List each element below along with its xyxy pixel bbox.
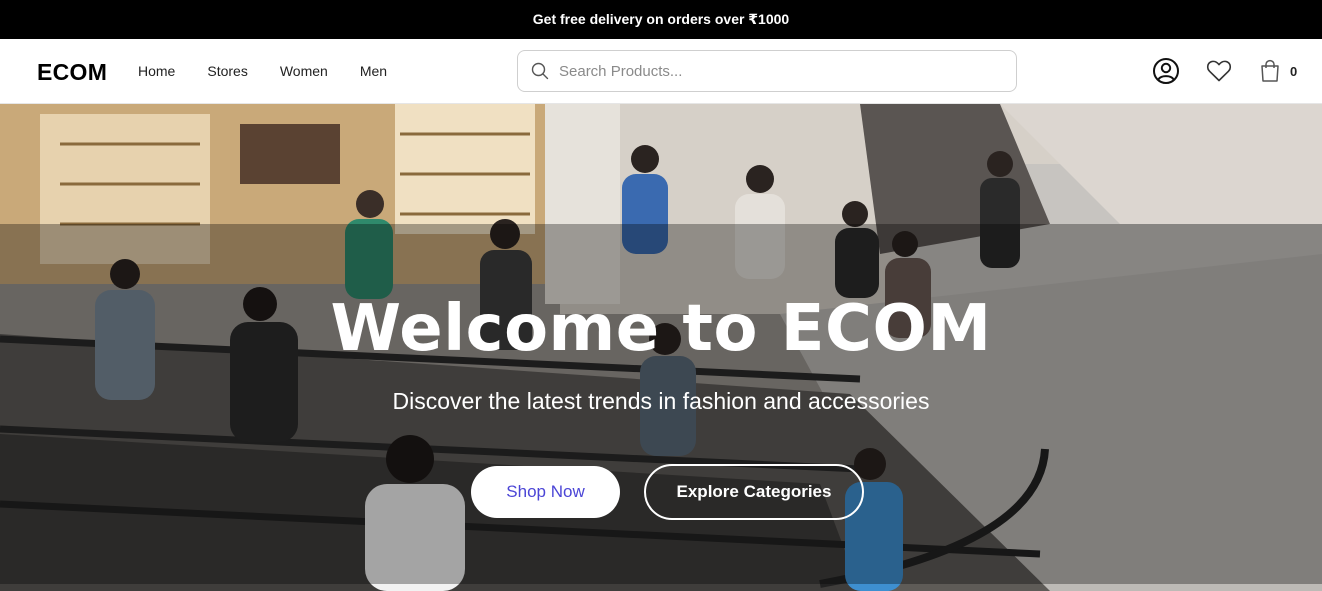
- main-nav: Home Stores Women Men: [138, 63, 419, 79]
- hero-subtitle: Discover the latest trends in fashion an…: [392, 388, 930, 414]
- search-icon: [531, 62, 549, 80]
- nav-link-stores[interactable]: Stores: [207, 63, 247, 79]
- nav-link-men[interactable]: Men: [360, 63, 387, 79]
- hero-banner: Welcome to ECOM Discover the latest tren…: [0, 104, 1322, 591]
- shopping-bag-icon[interactable]: [1258, 58, 1282, 84]
- site-logo[interactable]: ECOM: [37, 59, 107, 86]
- shop-now-button[interactable]: Shop Now: [471, 466, 620, 518]
- nav-link-women[interactable]: Women: [280, 63, 328, 79]
- search-bar: [517, 50, 1017, 92]
- promo-text: Get free delivery on orders over ₹1000: [532, 11, 790, 27]
- promo-banner: Get free delivery on orders over ₹1000: [0, 0, 1322, 39]
- hero-title: Welcome to ECOM: [330, 292, 992, 366]
- cart-count-badge: 0: [1290, 64, 1298, 79]
- nav-link-home[interactable]: Home: [138, 63, 175, 79]
- user-icon[interactable]: [1152, 57, 1180, 85]
- search-input[interactable]: [559, 62, 999, 80]
- heart-icon[interactable]: [1205, 58, 1233, 84]
- header-navbar: ECOM Home Stores Women Men 0: [0, 39, 1322, 104]
- explore-categories-button[interactable]: Explore Categories: [644, 464, 864, 520]
